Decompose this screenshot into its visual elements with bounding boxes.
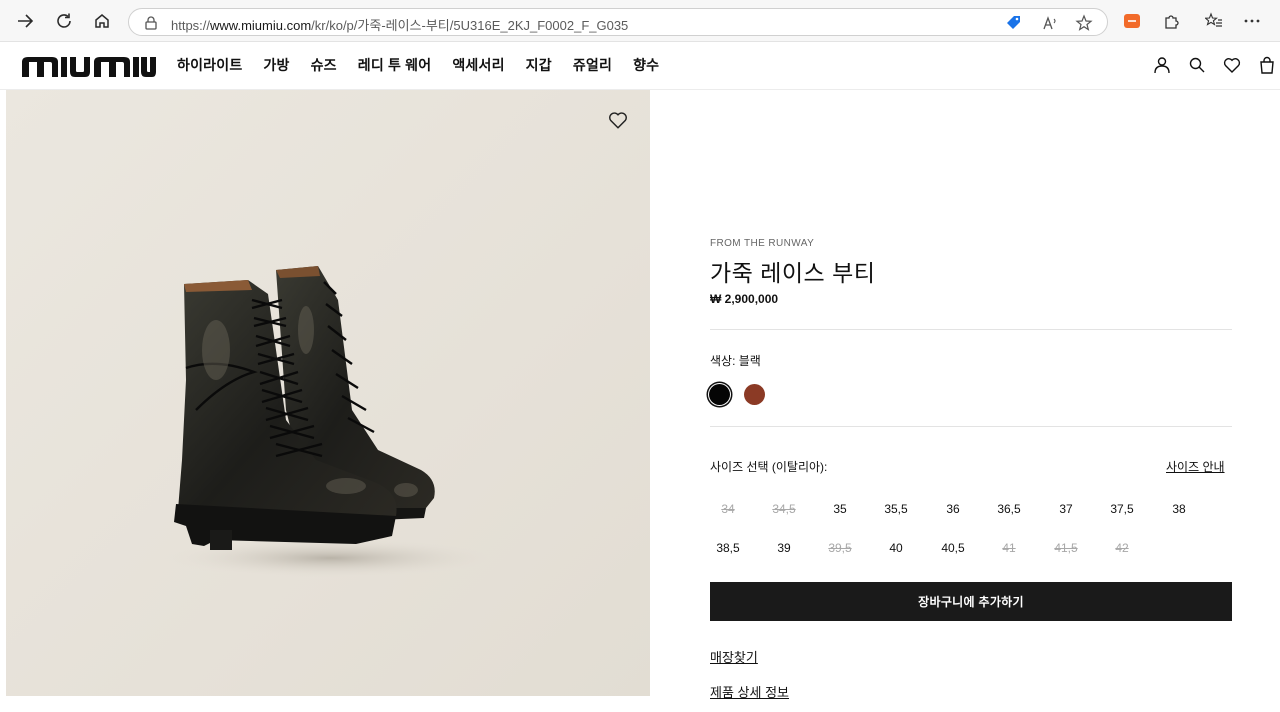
nav-jewelry[interactable]: 쥬얼리 xyxy=(573,55,612,75)
url-text: https://www.miumiu.com/kr/ko/p/가죽-레이스-부티… xyxy=(171,15,628,34)
size-option[interactable]: 40 xyxy=(874,541,918,555)
color-swatch-brown[interactable] xyxy=(744,384,765,405)
url-prefix: https:// xyxy=(171,18,211,33)
miu-miu-logo[interactable] xyxy=(22,51,156,81)
wishlist-heart-icon[interactable] xyxy=(1221,54,1243,76)
browser-toolbar: https://www.miumiu.com/kr/ko/p/가죽-레이스-부티… xyxy=(0,0,1280,42)
leather-lace-boots-image xyxy=(161,266,496,578)
nav-ready-to-wear[interactable]: 레디 투 웨어 xyxy=(358,55,432,75)
nav-shoes[interactable]: 슈즈 xyxy=(311,55,337,75)
size-option[interactable]: 35 xyxy=(818,502,862,516)
size-option: 41,5 xyxy=(1054,541,1078,555)
address-bar[interactable]: https://www.miumiu.com/kr/ko/p/가죽-레이스-부티… xyxy=(128,8,1108,36)
divider xyxy=(710,329,1232,330)
back-arrow-icon[interactable] xyxy=(14,10,36,32)
favorite-star-icon[interactable] xyxy=(1075,14,1093,32)
read-aloud-icon[interactable] xyxy=(1041,14,1059,32)
account-icon[interactable] xyxy=(1151,54,1173,76)
size-option[interactable]: 40,5 xyxy=(931,541,975,555)
main-navigation: 하이라이트 가방 슈즈 레디 투 웨어 액세서리 지갑 쥬얼리 향수 xyxy=(177,55,680,75)
size-option[interactable]: 38 xyxy=(1157,502,1201,516)
nav-highlights[interactable]: 하이라이트 xyxy=(177,55,242,75)
product-title: 가죽 레이스 부티 xyxy=(710,260,876,286)
product-image xyxy=(6,90,650,696)
add-to-wishlist-heart-icon[interactable] xyxy=(608,110,630,132)
site-header: 하이라이트 가방 슈즈 레디 투 웨어 액세서리 지갑 쥬얼리 향수 xyxy=(0,42,1280,90)
product-details-link[interactable]: 제품 상세 정보 xyxy=(710,682,789,701)
extensions-puzzle-icon[interactable] xyxy=(1162,12,1180,30)
runway-label: FROM THE RUNWAY xyxy=(710,238,815,249)
size-option[interactable]: 36 xyxy=(931,502,975,516)
nav-accessories[interactable]: 액세서리 xyxy=(452,55,504,75)
product-price: ₩ 2,900,000 xyxy=(710,292,779,306)
nav-wallets[interactable]: 지갑 xyxy=(526,55,552,75)
divider xyxy=(710,426,1232,427)
home-icon[interactable] xyxy=(91,10,113,32)
url-path: /kr/ko/p/가죽-레이스-부티/5U316E_2KJ_F0002_F_G0… xyxy=(311,18,629,33)
size-option: 39,5 xyxy=(828,541,852,555)
search-icon[interactable] xyxy=(1186,54,1208,76)
size-guide-link[interactable]: 사이즈 안내 xyxy=(1166,458,1225,475)
size-option[interactable]: 38,5 xyxy=(706,541,750,555)
nav-fragrance[interactable]: 향수 xyxy=(633,55,659,75)
size-option[interactable]: 35,5 xyxy=(874,502,918,516)
refresh-icon[interactable] xyxy=(53,10,75,32)
favorites-list-icon[interactable] xyxy=(1205,12,1223,30)
extension-badge-icon[interactable] xyxy=(1123,12,1141,30)
size-option[interactable]: 39 xyxy=(762,541,806,555)
size-option: 42 xyxy=(1115,541,1129,555)
add-to-cart-button[interactable]: 장바구니에 추가하기 xyxy=(710,582,1232,621)
url-domain: www.miumiu.com xyxy=(210,18,312,33)
store-locator-link[interactable]: 매장찾기 xyxy=(710,647,758,666)
size-option: 34 xyxy=(721,502,735,516)
shopping-bag-icon[interactable] xyxy=(1256,54,1278,76)
price-tag-icon[interactable] xyxy=(1005,14,1023,32)
size-option[interactable]: 37 xyxy=(1044,502,1088,516)
logo-wordmark xyxy=(22,57,156,77)
size-option: 41 xyxy=(1002,541,1016,555)
size-option[interactable]: 37,5 xyxy=(1100,502,1144,516)
nav-bags[interactable]: 가방 xyxy=(263,55,289,75)
color-swatch-black[interactable] xyxy=(709,384,730,405)
more-menu-icon[interactable] xyxy=(1243,12,1261,30)
size-option: 34,5 xyxy=(772,502,796,516)
color-label: 색상: 블랙 xyxy=(710,354,761,368)
size-select-label: 사이즈 선택 (이탈리아): xyxy=(710,460,828,474)
size-option[interactable]: 36,5 xyxy=(987,502,1031,516)
lock-icon[interactable] xyxy=(143,15,159,31)
